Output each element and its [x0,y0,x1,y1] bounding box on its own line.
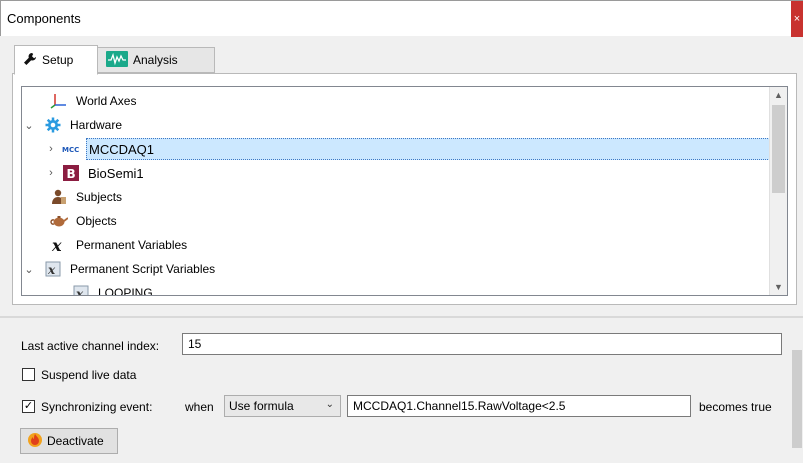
tab-analysis[interactable]: Analysis [97,47,215,73]
tree-item-label: Permanent Variables [76,238,188,252]
tree-item-permanent-script-variables[interactable]: ⌄ x Permanent Script Variables [22,257,770,281]
tree-item-subjects[interactable]: Subjects [22,185,770,209]
flame-icon [27,432,43,451]
teapot-icon [50,213,68,229]
waveform-icon [106,50,128,70]
biosemi-icon: B [62,165,80,181]
deactivate-button[interactable]: Deactivate [20,428,118,454]
tree-item-objects[interactable]: Objects [22,209,770,233]
setup-panel: World Axes ⌄ Hardware › MCC MCCDAQ1 › B … [12,73,797,305]
script-variable-icon: x [72,285,90,296]
tree-item-label: Objects [76,214,117,228]
suspend-live-data-checkbox[interactable] [22,368,35,381]
mcc-icon: MCC [62,141,80,157]
svg-text:x: x [51,237,62,253]
tree-item-label: BioSemi1 [88,165,144,181]
tree-item-label: World Axes [76,94,137,108]
tree-item-label: Hardware [70,118,123,132]
wrench-icon [23,52,37,69]
properties-panel: Last active channel index: 15 Suspend li… [0,318,803,463]
gear-icon [44,117,62,133]
tree-item-mccdaq1[interactable]: › MCC MCCDAQ1 [22,137,770,161]
svg-text:x: x [75,287,84,296]
chevron-down-icon: ⌄ [325,399,334,410]
tree-expander[interactable]: › [44,167,58,179]
tab-setup[interactable]: Setup [14,45,98,75]
tree-expander[interactable]: › [44,143,58,155]
last-active-channel-input[interactable]: 15 [182,333,782,355]
scroll-thumb[interactable] [792,350,802,448]
when-select[interactable]: Use formula ⌄ [224,395,341,417]
when-select-value: Use formula [229,399,294,413]
tab-setup-label: Setup [42,53,74,67]
tree-item-looping[interactable]: x LOOPING [22,281,770,296]
scroll-thumb[interactable] [772,105,785,193]
tree-item-label: LOOPING [98,286,153,296]
tree-item-label: MCCDAQ1 [89,141,155,157]
subject-icon [50,189,68,205]
tree-item-label: Subjects [76,190,123,204]
tab-analysis-label: Analysis [133,53,178,67]
component-tree[interactable]: World Axes ⌄ Hardware › MCC MCCDAQ1 › B … [21,86,788,296]
svg-text:x: x [47,263,56,277]
tree-item-world-axes[interactable]: World Axes [22,89,770,113]
synchronizing-event-label: Synchronizing event: [41,400,153,414]
scroll-down-icon[interactable]: ▼ [770,279,787,295]
script-variable-icon: x [44,261,62,277]
properties-scrollbar[interactable] [791,320,803,463]
title-bar: Components × [0,0,803,37]
suspend-live-data-label: Suspend live data [41,368,137,382]
tree-item-biosemi1[interactable]: › B BioSemi1 [22,161,770,185]
tree-item-label: Permanent Script Variables [70,262,216,276]
tree-item-hardware[interactable]: ⌄ Hardware [22,113,770,137]
formula-input[interactable]: MCCDAQ1.Channel15.RawVoltage<2.5 [347,395,691,417]
close-button[interactable]: × [791,1,803,37]
svg-text:B: B [67,167,76,181]
tree-scrollbar[interactable]: ▲ ▼ [769,87,787,295]
svg-text:MCC: MCC [62,146,79,154]
last-active-channel-label: Last active channel index: [21,339,160,353]
tree-item-permanent-variables[interactable]: x Permanent Variables [22,233,770,257]
scroll-up-icon[interactable]: ▲ [770,87,787,103]
axes-icon [50,93,68,109]
window-title: Components [7,11,81,26]
tree-expander[interactable]: ⌄ [22,119,36,132]
tree-expander[interactable]: ⌄ [22,263,36,276]
when-label: when [185,400,214,414]
variable-x-icon: x [50,237,68,253]
deactivate-button-label: Deactivate [47,434,104,448]
becomes-true-label: becomes true [699,400,772,414]
synchronizing-event-checkbox[interactable]: ✓ [22,400,35,413]
